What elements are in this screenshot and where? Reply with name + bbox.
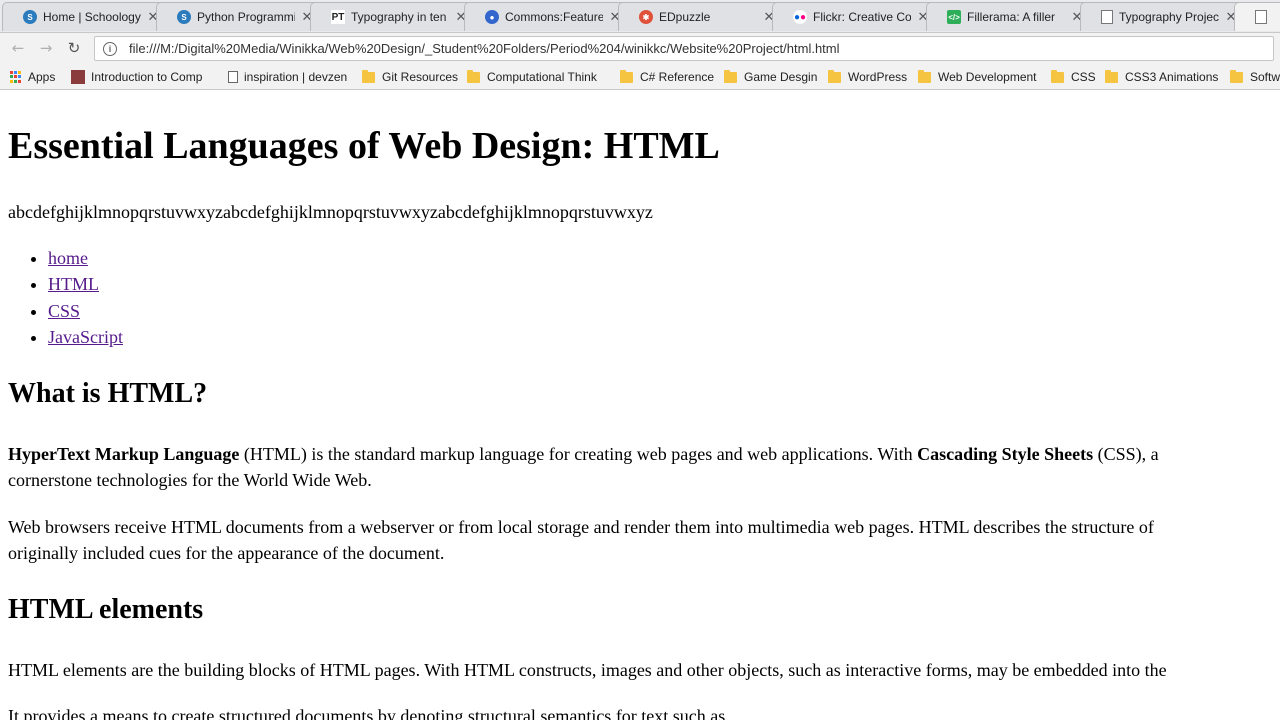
bookmark-web-development[interactable]: Web Development xyxy=(918,68,1037,86)
nav-item-home: home xyxy=(48,248,123,274)
paragraph-browsers: Web browsers receive HTML documents from… xyxy=(8,514,1154,566)
bookmark-csharp-reference[interactable]: C# Reference xyxy=(620,68,714,86)
bookmark-game-desgin[interactable]: Game Desgin xyxy=(724,68,817,86)
section-heading-html-elements: HTML elements xyxy=(8,594,204,625)
folder-icon xyxy=(724,69,737,83)
commons-icon: ● xyxy=(485,10,499,24)
paragraph-intro: HyperText Markup Language (HTML) is the … xyxy=(8,441,1159,493)
tab-typography-project[interactable]: Typography Project ✕ xyxy=(1080,2,1246,31)
bookmarks-bar: Apps Introduction to Comp inspiration | … xyxy=(0,64,1280,90)
bookmark-label: CSS3 Animations xyxy=(1125,70,1219,84)
bookmark-css[interactable]: CSS xyxy=(1051,68,1096,86)
edpuzzle-icon: ✱ xyxy=(639,10,653,24)
tab-typography-in-ten[interactable]: PT Typography in ten ✕ xyxy=(310,2,476,31)
tab-fillerama[interactable]: </> Fillerama: A filler ✕ xyxy=(926,2,1092,31)
folder-icon xyxy=(620,69,633,83)
bookmark-label: Computational Think xyxy=(487,70,597,84)
tab-title: Fillerama: A filler xyxy=(967,10,1056,24)
address-bar[interactable]: i file:///M:/Digital%20Media/Winikka/Web… xyxy=(94,36,1274,61)
bookmark-intro-comp[interactable]: Introduction to Comp xyxy=(71,68,202,86)
page-title: Essential Languages of Web Design: HTML xyxy=(8,125,720,167)
bold-term: HyperText Markup Language xyxy=(8,444,240,464)
tab-title: Typography Project xyxy=(1119,10,1219,24)
apps-icon xyxy=(10,71,22,83)
bookmark-inspiration[interactable]: inspiration | devzen xyxy=(228,68,347,86)
folder-icon xyxy=(918,69,931,83)
pt-icon: PT xyxy=(331,10,345,24)
tab-title: Home | Schoology xyxy=(43,10,141,24)
forward-arrow-icon[interactable]: → xyxy=(36,38,56,58)
bookmark-label: Introduction to Comp xyxy=(91,70,203,84)
nav-link-javascript[interactable]: JavaScript xyxy=(48,327,123,347)
folder-icon xyxy=(828,69,841,83)
folder-icon xyxy=(1105,69,1118,83)
browser-toolbar: ← → ↻ i file:///M:/Digital%20Media/Winik… xyxy=(0,33,1280,64)
bookmark-wordpress[interactable]: WordPress xyxy=(828,68,907,86)
folder-icon xyxy=(362,69,375,83)
site-icon xyxy=(71,70,85,84)
nav-link-css[interactable]: CSS xyxy=(48,301,80,321)
folder-icon xyxy=(467,69,480,83)
tab-flickr[interactable]: ●● Flickr: Creative Commons ✕ xyxy=(772,2,938,31)
bookmark-git-resources[interactable]: Git Resources xyxy=(362,68,458,86)
bookmark-label: inspiration | devzen xyxy=(244,70,348,84)
schoology-icon: S xyxy=(177,10,191,24)
reload-icon[interactable]: ↻ xyxy=(64,38,84,58)
bookmark-css3-animations[interactable]: CSS3 Animations xyxy=(1105,68,1218,86)
tab-commons-featured[interactable]: ● Commons:Featured ✕ xyxy=(464,2,630,31)
bookmark-label: Git Resources xyxy=(382,70,459,84)
bookmark-label: Game Desgin xyxy=(744,70,818,84)
paragraph-text: (CSS), a xyxy=(1093,444,1159,464)
page-content: Essential Languages of Web Design: HTML … xyxy=(8,90,1280,720)
schoology-icon: S xyxy=(23,10,37,24)
tab-title: Commons:Featured xyxy=(505,10,603,24)
nav-item-css: CSS xyxy=(48,301,123,327)
bookmark-label: WordPress xyxy=(848,70,908,84)
paragraph-structured: It provides a means to create structured… xyxy=(8,706,726,720)
tab-title: EDpuzzle xyxy=(659,10,711,24)
tab-python-programming[interactable]: S Python Programming ✕ xyxy=(156,2,322,31)
flickr-icon: ● ● xyxy=(793,10,807,24)
tab-edpuzzle[interactable]: ✱ EDpuzzle ✕ xyxy=(618,2,784,31)
page-icon xyxy=(228,71,238,83)
bookmark-label: Web Development xyxy=(938,70,1037,84)
site-nav-list: home HTML CSS JavaScript xyxy=(8,248,123,353)
bookmark-label: Softw xyxy=(1250,70,1280,84)
bookmark-softw[interactable]: Softw xyxy=(1230,68,1280,86)
nav-link-html[interactable]: HTML xyxy=(48,274,99,294)
tab-active[interactable] xyxy=(1234,2,1280,31)
paragraph-elements: HTML elements are the building blocks of… xyxy=(8,660,1167,680)
fillerama-icon: </> xyxy=(947,10,961,24)
tab-title: Python Programming xyxy=(197,10,295,24)
page-icon xyxy=(1101,10,1113,24)
tab-title: Typography in ten xyxy=(351,10,447,24)
paragraph-text: cornerstone technologies for the World W… xyxy=(8,470,372,490)
tab-strip: S Home | Schoology ✕ S Python Programmin… xyxy=(0,0,1280,33)
nav-item-javascript: JavaScript xyxy=(48,327,123,353)
alphabet-sample: abcdefghijklmnopqrstuvwxyzabcdefghijklmn… xyxy=(8,202,653,222)
info-icon[interactable]: i xyxy=(103,41,117,56)
page-icon xyxy=(1255,10,1267,24)
folder-icon xyxy=(1051,69,1064,83)
bookmark-label: CSS xyxy=(1071,70,1096,84)
section-heading-what-is-html: What is HTML? xyxy=(8,378,208,409)
folder-icon xyxy=(1230,69,1243,83)
paragraph-text: (HTML) is the standard markup language f… xyxy=(239,444,918,464)
bold-term: Cascading Style Sheets xyxy=(917,444,1094,464)
tab-title: Flickr: Creative Commons xyxy=(813,10,911,24)
paragraph-text: Web browsers receive HTML documents from… xyxy=(8,517,1154,537)
tab-schoology-home[interactable]: S Home | Schoology ✕ xyxy=(2,2,168,31)
bookmark-apps[interactable]: Apps xyxy=(10,68,55,86)
bookmark-label: C# Reference xyxy=(640,70,715,84)
paragraph-text: originally included cues for the appeara… xyxy=(8,543,445,563)
url-text: file:///M:/Digital%20Media/Winikka/Web%2… xyxy=(129,41,840,56)
nav-link-home[interactable]: home xyxy=(48,248,88,268)
back-arrow-icon[interactable]: ← xyxy=(8,38,28,58)
nav-item-html: HTML xyxy=(48,274,123,300)
bookmark-computational-think[interactable]: Computational Think xyxy=(467,68,597,86)
bookmark-label: Apps xyxy=(28,70,56,84)
